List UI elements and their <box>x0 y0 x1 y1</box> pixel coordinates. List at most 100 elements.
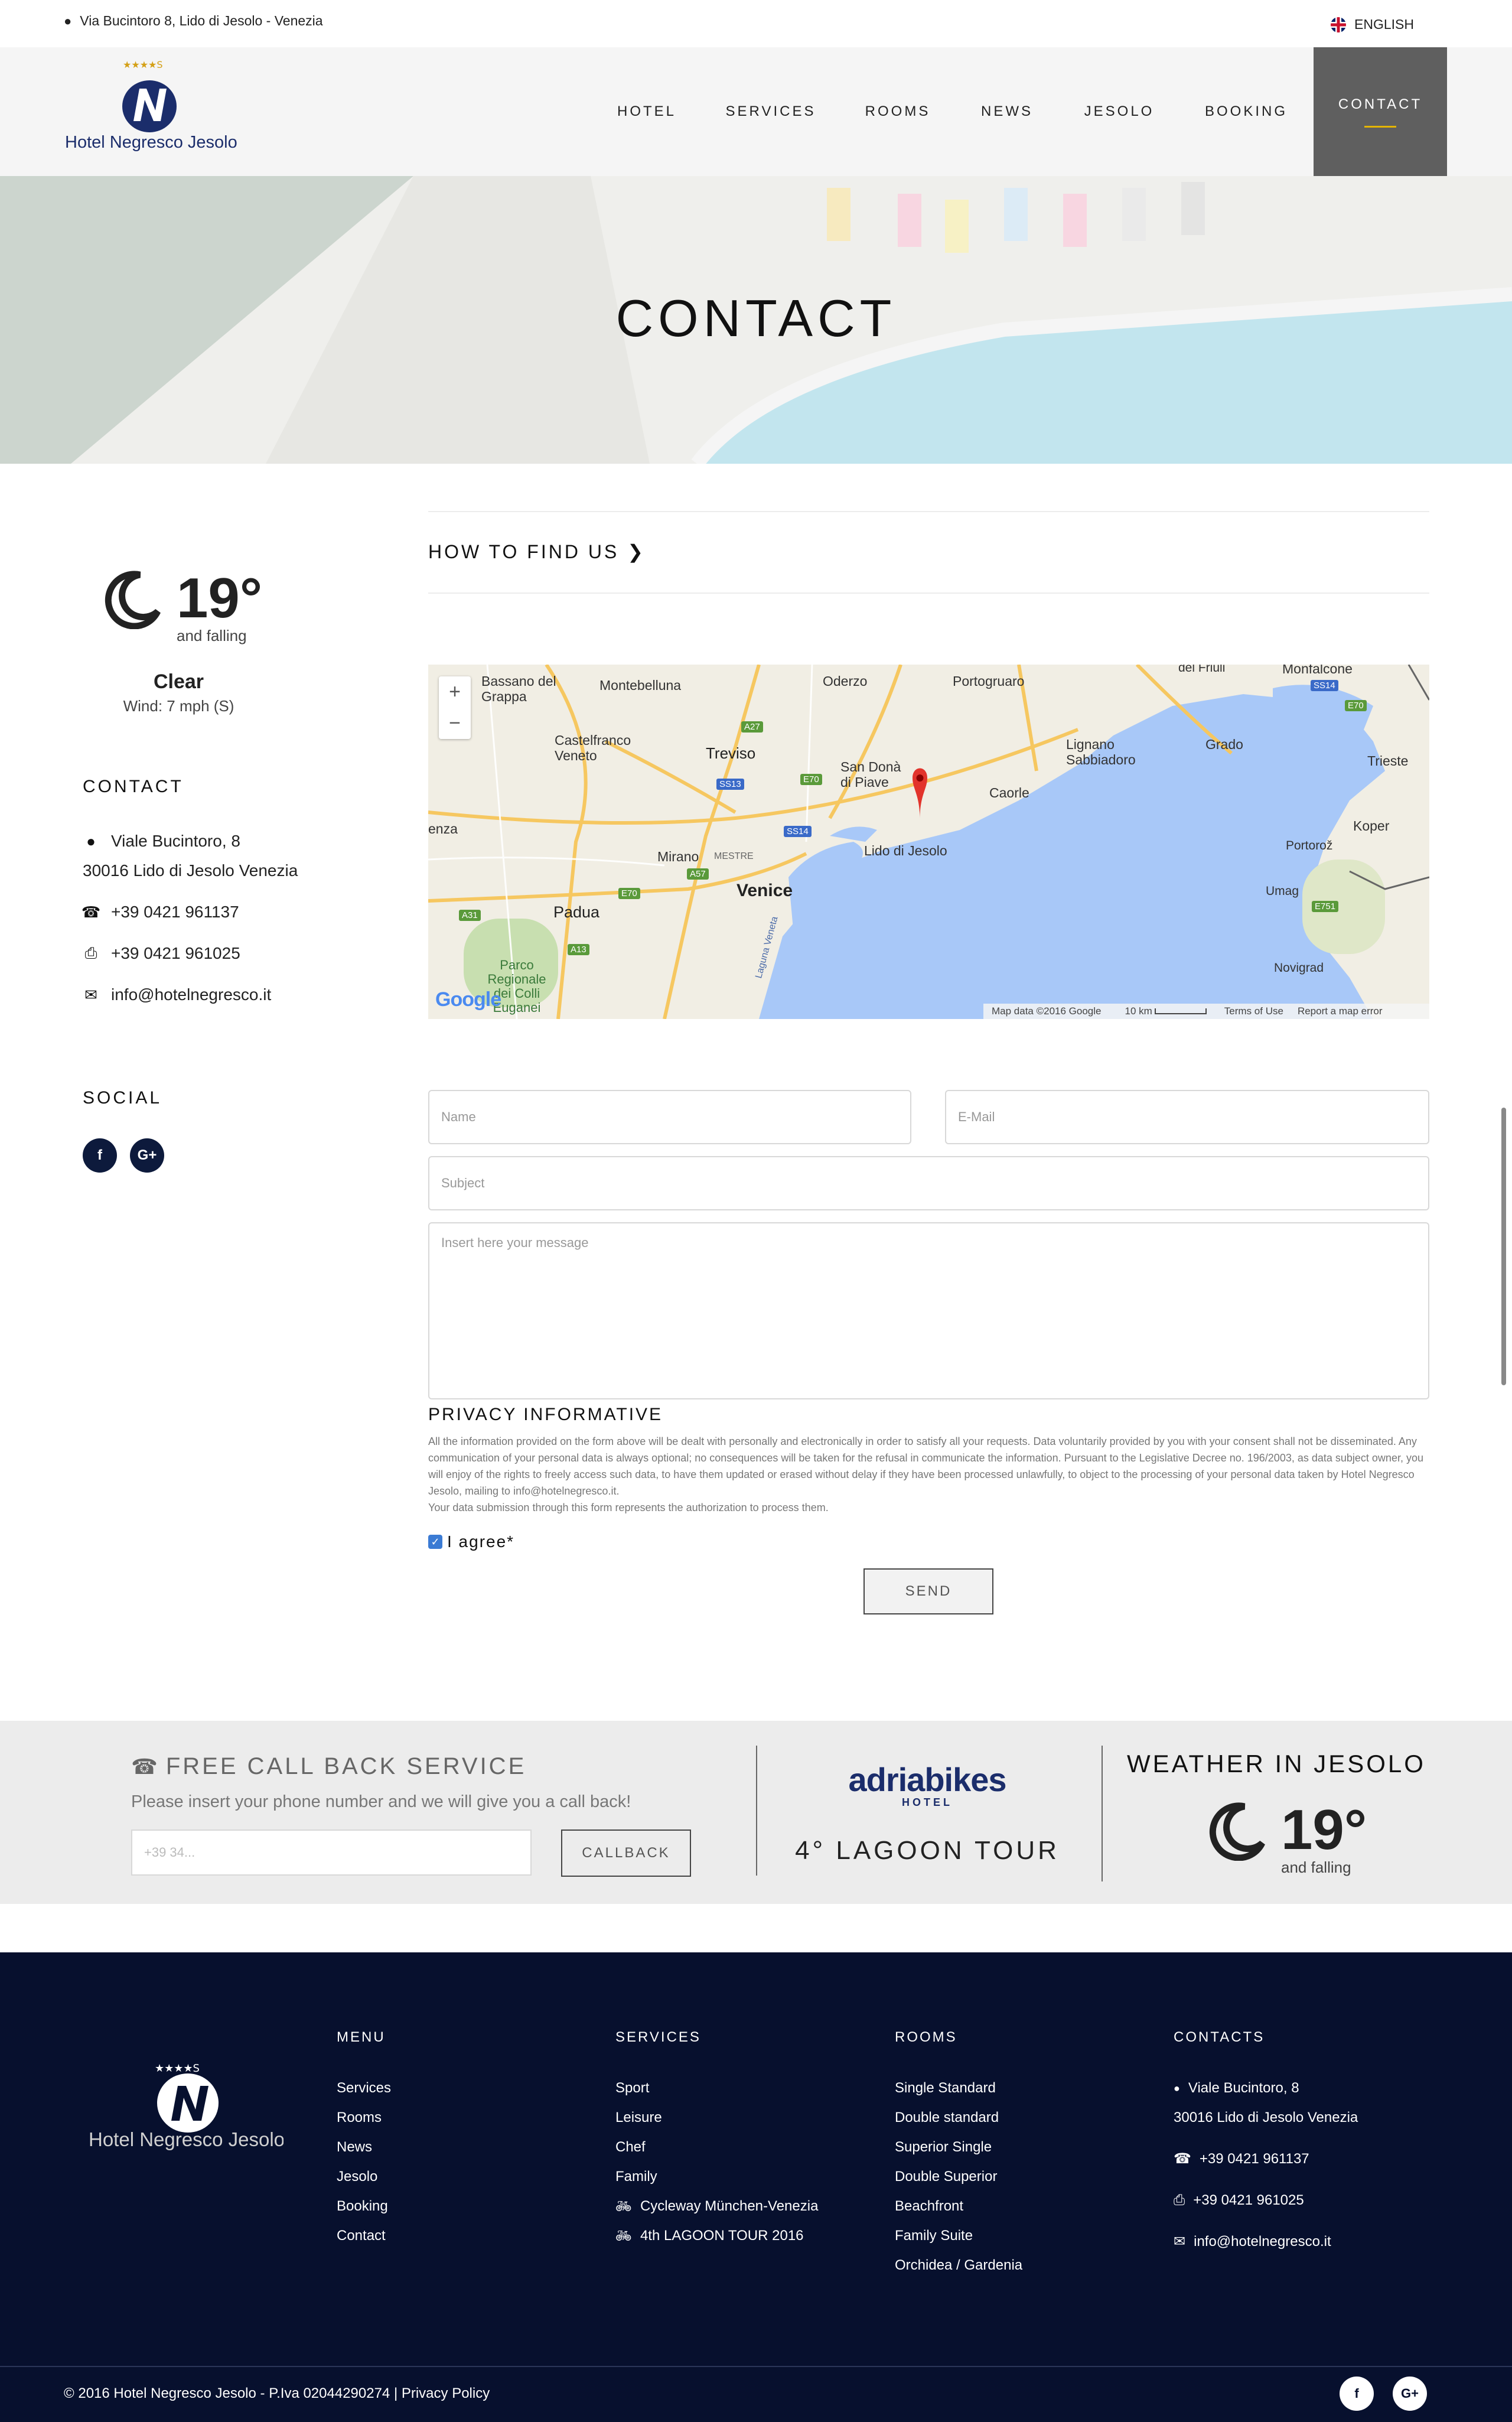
footer-link[interactable]: 🚲︎ Cycleway München-Venezia <box>615 2192 818 2221</box>
map-terms-link[interactable]: Terms of Use <box>1224 1005 1283 1017</box>
fax-icon: ⎙ <box>84 944 97 962</box>
footer-logo[interactable]: ★★★★S Hotel Negresco Jesolo <box>89 2059 285 2153</box>
zoom-in-button[interactable]: + <box>439 676 471 708</box>
chevron-right-icon: ❯ <box>627 541 646 562</box>
google-plus-icon: G+ <box>137 1147 157 1163</box>
footer-rooms-list: Single Standard Double standard Superior… <box>895 2073 1022 2280</box>
map-label: Montebelluna <box>599 678 682 693</box>
footer-link[interactable]: Double Superior <box>895 2162 1022 2192</box>
agree-checkbox-row[interactable]: ✓ I agree* <box>428 1532 514 1551</box>
footer-email[interactable]: ✉ info@hotelnegresco.it <box>1174 2227 1358 2257</box>
map-label: Venice <box>737 881 793 900</box>
footer-fax: ⎙ +39 0421 961025 <box>1174 2186 1358 2215</box>
map-label: Lignano Sabbiadoro <box>1066 737 1136 767</box>
top-address-text: Via Bucintoro 8, Lido di Jesolo - Venezi… <box>80 13 323 28</box>
weather-wind: Wind: 7 mph (S) <box>123 697 234 715</box>
message-textarea[interactable]: Insert here your message <box>428 1222 1429 1399</box>
google-plus-button[interactable]: G+ <box>130 1138 164 1173</box>
footer-link[interactable]: Booking <box>337 2192 391 2221</box>
nav-jesolo[interactable]: JESOLO <box>1069 47 1169 176</box>
footer-link[interactable]: Orchidea / Gardenia <box>895 2251 1022 2280</box>
google-map[interactable]: + − Bassano del Grappa Montebelluna Oder… <box>428 665 1429 1019</box>
envelope-icon: ✉ <box>84 985 97 1004</box>
footer-link[interactable]: Family Suite <box>895 2221 1022 2251</box>
subject-input[interactable]: Subject <box>428 1156 1429 1210</box>
hero-banner: CONTACT <box>0 176 1512 464</box>
footer-phone[interactable]: ☎ +39 0421 961137 <box>1174 2144 1358 2174</box>
callback-phone-input[interactable]: +39 34... <box>131 1829 532 1876</box>
map-label: Mirano <box>657 849 699 864</box>
callback-button[interactable]: CALLBACK <box>561 1829 691 1877</box>
footer-link[interactable]: Rooms <box>337 2103 391 2133</box>
footer-link[interactable]: Single Standard <box>895 2073 1022 2103</box>
map-label: Koper <box>1353 818 1390 834</box>
map-label: Caorle <box>989 785 1029 800</box>
phone-icon: ☎ <box>81 903 101 921</box>
email-input[interactable]: E-Mail <box>945 1090 1429 1144</box>
bicycle-icon: 🚲︎ <box>615 2228 632 2243</box>
nav-rooms[interactable]: ROOMS <box>850 47 945 176</box>
footer-link[interactable]: Chef <box>615 2133 818 2162</box>
contact-address: ● Viale Bucintoro, 8 <box>83 832 240 851</box>
weather-jesolo-temp: 19° <box>1281 1798 1367 1861</box>
footer-link[interactable]: Jesolo <box>337 2162 391 2192</box>
road-shield: SS13 <box>716 779 744 790</box>
contact-phone[interactable]: ☎ +39 0421 961137 <box>81 903 239 922</box>
footer-link[interactable]: News <box>337 2133 391 2162</box>
nav-services[interactable]: SERVICES <box>715 47 827 176</box>
send-button[interactable]: SEND <box>863 1568 993 1614</box>
agree-label: I agree* <box>447 1532 515 1551</box>
footer-link[interactable]: Beachfront <box>895 2192 1022 2221</box>
name-input[interactable]: Name <box>428 1090 911 1144</box>
footer-link[interactable]: Sport <box>615 2073 818 2103</box>
divider <box>756 1746 757 1876</box>
nav-news[interactable]: NEWS <box>969 47 1045 176</box>
map-label: Oderzo <box>823 673 868 689</box>
agree-checkbox[interactable]: ✓ <box>428 1535 442 1549</box>
social-heading: SOCIAL <box>83 1088 162 1108</box>
hotel-logo[interactable]: ★★★★S Hotel Negresco Jesolo <box>64 56 241 157</box>
road-shield: E70 <box>618 888 640 899</box>
weather-condition: Clear <box>153 670 204 693</box>
map-label: MESTRE <box>714 851 754 861</box>
map-label: Portorož <box>1286 839 1333 852</box>
nav-hotel[interactable]: HOTEL <box>602 47 691 176</box>
language-selector[interactable]: ENGLISH <box>1331 17 1414 32</box>
footer-link[interactable]: Leisure <box>615 2103 818 2133</box>
weather-temp: 19° <box>177 567 263 630</box>
how-to-find-us-link[interactable]: HOW TO FIND US ❯ <box>428 541 646 563</box>
contact-fax: ⎙ +39 0421 961025 <box>83 944 240 963</box>
callback-title: ☎ FREE CALL BACK SERVICE <box>131 1753 527 1779</box>
google-plus-icon: G+ <box>1401 2386 1419 2401</box>
map-label: Grado <box>1205 737 1243 752</box>
weather-jesolo-widget: 19° and falling <box>1208 1802 1367 1877</box>
phone-icon: ☎ <box>1174 2151 1191 2167</box>
footer-link[interactable]: Superior Single <box>895 2133 1022 2162</box>
road-shield: A57 <box>687 868 709 880</box>
footer-link[interactable]: Double standard <box>895 2103 1022 2133</box>
zoom-out-button[interactable]: − <box>439 708 471 739</box>
footer-facebook-button[interactable]: f <box>1340 2377 1374 2411</box>
footer-services-title: SERVICES <box>615 2029 701 2045</box>
footer-rooms-title: ROOMS <box>895 2029 957 2045</box>
footer-link[interactable]: 🚲︎ 4th LAGOON TOUR 2016 <box>615 2221 818 2251</box>
uk-flag-icon <box>1331 17 1346 32</box>
footer-google-plus-button[interactable]: G+ <box>1393 2377 1427 2411</box>
map-label: Novigrad <box>1274 961 1324 975</box>
google-logo: Google <box>435 988 501 1011</box>
lagoon-tour-label[interactable]: 4° LAGOON TOUR <box>791 1836 1063 1866</box>
footer-link[interactable]: Family <box>615 2162 818 2192</box>
map-report-link[interactable]: Report a map error <box>1298 1005 1383 1017</box>
road-shield: A27 <box>741 721 763 733</box>
nav-booking[interactable]: BOOKING <box>1193 47 1299 176</box>
footer-link[interactable]: Contact <box>337 2221 391 2251</box>
facebook-button[interactable]: f <box>83 1138 117 1173</box>
scrollbar-thumb[interactable] <box>1501 1108 1506 1385</box>
footer-link[interactable]: Services <box>337 2073 391 2103</box>
adriabikes-logo[interactable]: adriabikes HOTEL <box>791 1763 1063 1809</box>
footer-menu-title: MENU <box>337 2029 386 2045</box>
contact-email[interactable]: ✉ info@hotelnegresco.it <box>83 985 271 1004</box>
map-marker-icon: ● <box>64 13 72 28</box>
map-attribution: Map data ©2016 Google 10 km Terms of Use… <box>983 1004 1429 1019</box>
nav-contact[interactable]: CONTACT <box>1314 47 1447 176</box>
